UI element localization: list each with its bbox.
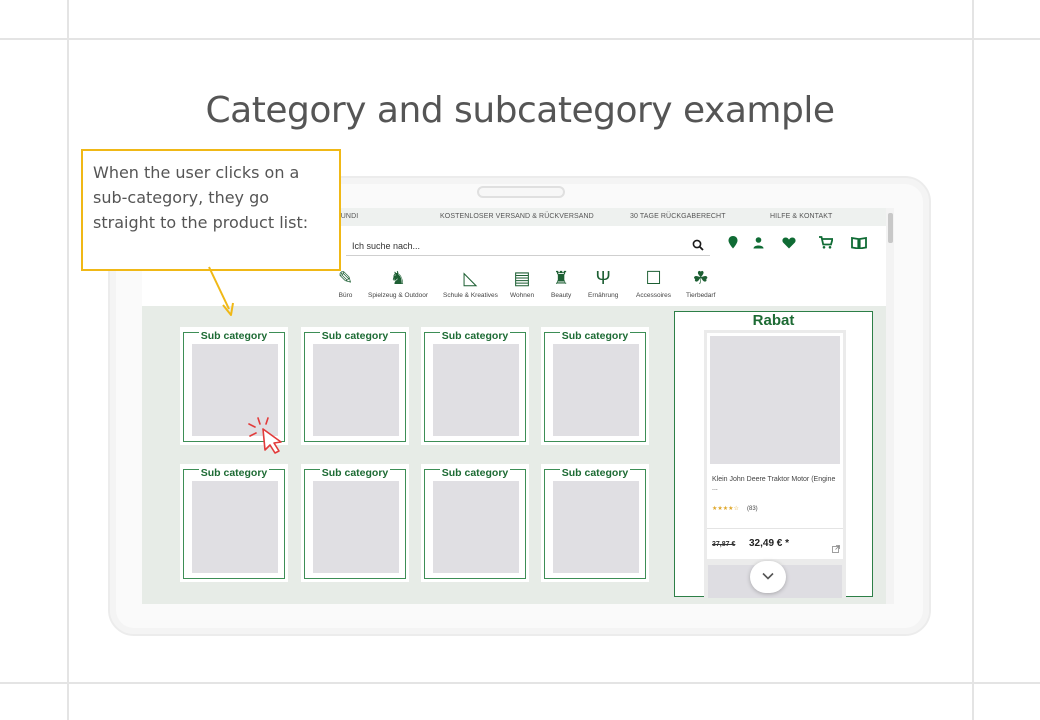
subcategory-image[interactable] xyxy=(433,344,519,436)
subcategory-title[interactable]: Sub category xyxy=(541,326,649,344)
category-4[interactable]: ▤ Wohnen xyxy=(510,268,534,299)
subcategory-card[interactable]: Sub category xyxy=(421,327,529,445)
pets-icon: ☘ xyxy=(692,268,709,288)
account-icon[interactable] xyxy=(753,236,764,252)
fork-knife-icon: Ψ xyxy=(595,268,611,288)
annotation-callout: When the user clicks on a sub-category, … xyxy=(81,149,341,271)
subcategory-title[interactable]: Sub category xyxy=(421,326,529,344)
set-square-icon: ◺ xyxy=(463,268,478,288)
cosmetics-icon: ♜ xyxy=(553,268,570,288)
category-label: Tierbedarf xyxy=(686,292,716,299)
briefcase-icon: ☐ xyxy=(645,268,662,288)
topbar-shipping[interactable]: KOSTENLOSER VERSAND & RÜCKVERSAND xyxy=(440,213,594,220)
topbar-help[interactable]: HILFE & KONTAKT xyxy=(770,213,832,220)
rabat-panel: Rabat Klein John Deere Traktor Motor (En… xyxy=(674,311,873,598)
category-7[interactable]: ☐ Accessoires xyxy=(636,268,671,299)
subcategory-card[interactable]: Sub category xyxy=(301,464,409,582)
cart-icon[interactable] xyxy=(819,236,834,252)
scrollbar[interactable] xyxy=(886,208,894,604)
category-3[interactable]: ◺ Schule & Kreatives xyxy=(443,268,498,299)
pencil-cup-icon: ✎ xyxy=(338,268,354,288)
subcategory-card[interactable]: Sub category xyxy=(180,464,288,582)
subcategory-image[interactable] xyxy=(553,344,639,436)
new-price: 32,49 € * xyxy=(749,538,790,549)
subcategory-image[interactable] xyxy=(433,481,519,573)
living-room-icon: ▤ xyxy=(513,268,531,288)
subcategory-title[interactable]: Sub category xyxy=(541,463,649,481)
subcategory-image[interactable] xyxy=(553,481,639,573)
subcategory-image[interactable] xyxy=(313,481,399,573)
subcategory-image[interactable] xyxy=(192,481,278,573)
subcategory-title[interactable]: Sub category xyxy=(180,326,288,344)
topbar-returns[interactable]: 30 TAGE RÜCKGABERECHT xyxy=(630,213,726,220)
category-label: Ernährung xyxy=(588,292,619,299)
search-placeholder: Ich suche nach... xyxy=(352,241,421,251)
category-label: Büro xyxy=(338,292,353,299)
subcategory-card[interactable]: Sub category xyxy=(421,464,529,582)
rabat-title: Rabat xyxy=(752,312,795,329)
slide-grid-line xyxy=(0,38,1040,40)
category-2[interactable]: ♞ Spielzeug & Outdoor xyxy=(368,268,428,299)
subcategory-title[interactable]: Sub category xyxy=(180,463,288,481)
category-label: Spielzeug & Outdoor xyxy=(368,292,428,299)
category-1[interactable]: ✎ Büro xyxy=(338,268,353,299)
subcategory-title[interactable]: Sub category xyxy=(421,463,529,481)
product-card[interactable]: Klein John Deere Traktor Motor (Engine .… xyxy=(707,333,843,559)
tablet-speaker xyxy=(477,186,565,198)
wishlist-heart-icon[interactable] xyxy=(782,236,796,252)
category-8[interactable]: ☘ Tierbedarf xyxy=(686,268,715,299)
category-label: Accessoires xyxy=(636,292,672,299)
category-label: Wohnen xyxy=(510,292,535,299)
slide-grid-line xyxy=(0,682,1040,684)
catalog-book-icon[interactable] xyxy=(851,236,867,252)
review-count: (83) xyxy=(747,506,758,512)
divider xyxy=(707,528,843,529)
search-input[interactable]: Ich suche nach... xyxy=(346,238,710,256)
subcategory-image[interactable] xyxy=(313,344,399,436)
subcategory-card[interactable]: Sub category xyxy=(541,464,649,582)
category-5[interactable]: ♜ Beauty xyxy=(551,268,571,299)
old-price: 37,87 € xyxy=(712,541,736,548)
external-link-icon[interactable] xyxy=(832,545,840,555)
product-name[interactable]: Klein John Deere Traktor Motor (Engine .… xyxy=(712,475,838,493)
subcategory-title[interactable]: Sub category xyxy=(301,326,409,344)
click-cursor-icon xyxy=(246,414,290,461)
subcategory-title[interactable]: Sub category xyxy=(301,463,409,481)
category-label: Schule & Kreatives xyxy=(443,292,498,299)
subcategory-card[interactable]: Sub category xyxy=(301,327,409,445)
scroll-down-button[interactable] xyxy=(750,561,786,593)
scrollbar-thumb[interactable] xyxy=(888,213,893,243)
callout-arrow xyxy=(206,265,240,322)
chevron-down-icon xyxy=(762,572,774,580)
rating-stars: ★★★★☆ xyxy=(712,506,739,512)
rocking-horse-icon: ♞ xyxy=(389,268,407,288)
rabat-product-column: Klein John Deere Traktor Motor (Engine .… xyxy=(704,330,846,598)
subcategory-card[interactable]: Sub category xyxy=(541,327,649,445)
product-image[interactable] xyxy=(710,336,840,464)
slide-title: Category and subcategory example xyxy=(205,90,835,131)
location-icon[interactable] xyxy=(728,236,738,252)
category-6[interactable]: Ψ Ernährung xyxy=(588,268,618,299)
category-label: Beauty xyxy=(551,292,572,299)
search-icon[interactable] xyxy=(692,239,704,254)
